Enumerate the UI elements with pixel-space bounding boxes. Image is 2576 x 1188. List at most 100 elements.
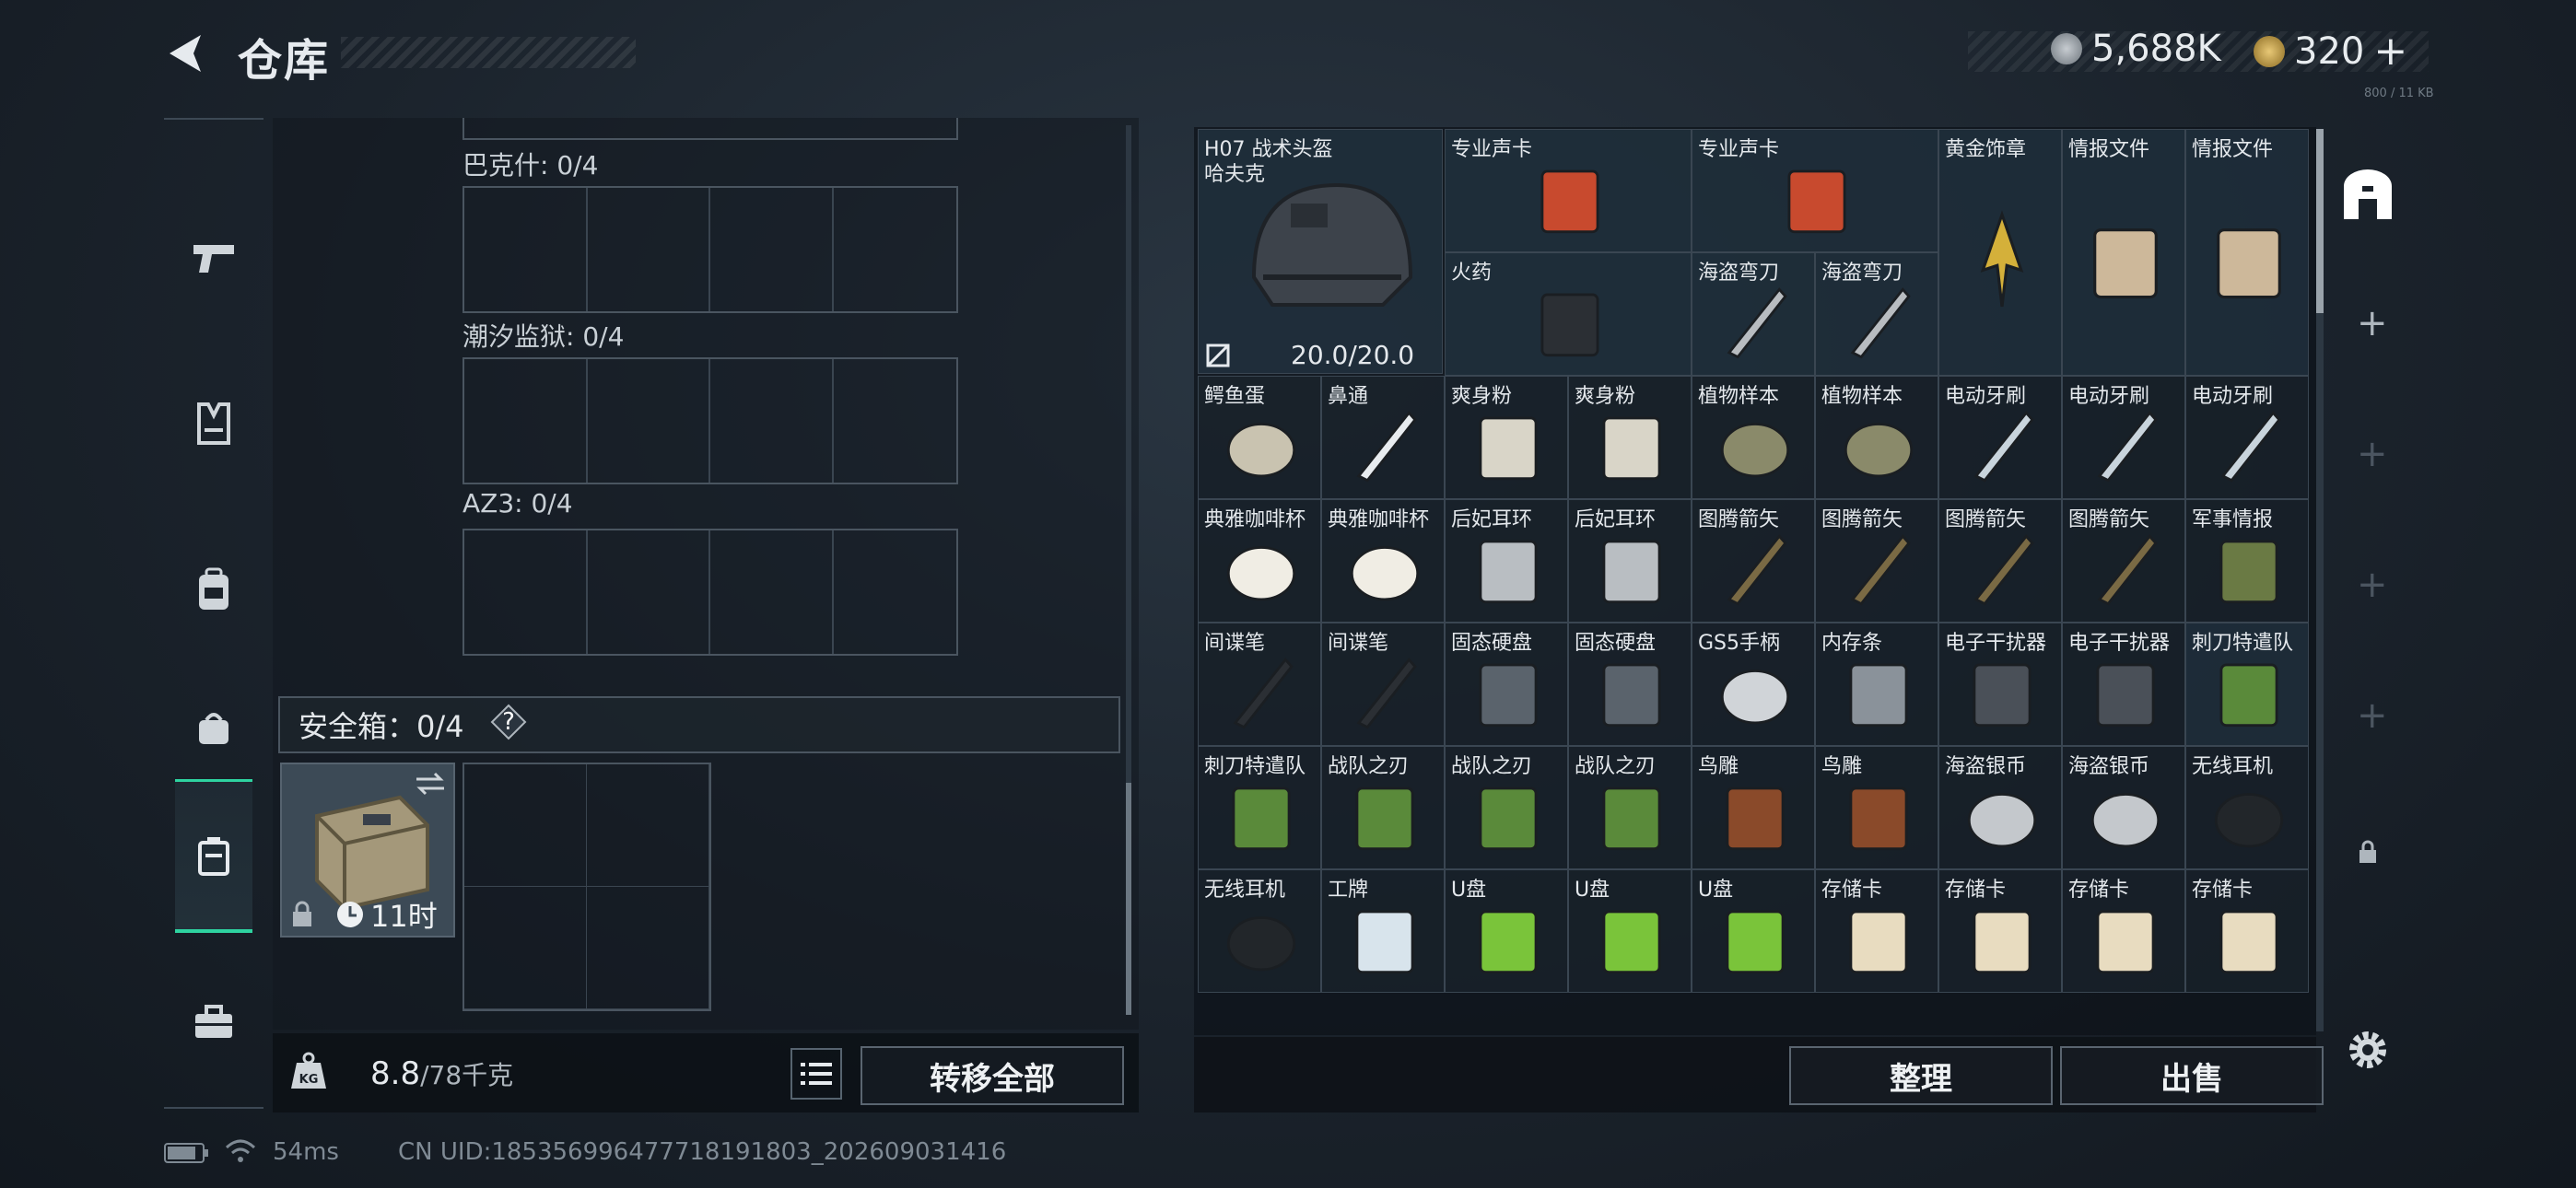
nav-safebox[interactable]: [175, 779, 252, 933]
add-tab-button-1[interactable]: +: [2357, 302, 2388, 344]
stash-item-cell[interactable]: 黄金饰章: [1938, 129, 2062, 376]
stash-item-cell[interactable]: 存储卡: [2185, 869, 2309, 993]
sd-card-icon: [2096, 910, 2155, 974]
stash-item-cell[interactable]: 植物样本: [1815, 376, 1938, 499]
stash-item-cell[interactable]: 工牌: [1321, 869, 1445, 993]
transfer-all-button[interactable]: 转移全部: [861, 1046, 1124, 1105]
stash-item-cell[interactable]: 海盗银币: [2062, 746, 2185, 869]
item-name: 存储卡: [2068, 879, 2130, 902]
stash-item-cell[interactable]: GS5手柄: [1692, 623, 1815, 746]
stash-item-cell[interactable]: 情报文件: [2185, 129, 2309, 376]
silver-coin-icon: [2051, 33, 2082, 64]
add-currency-button[interactable]: +: [2373, 28, 2407, 75]
stash-item-cell[interactable]: 战队之刃: [1321, 746, 1445, 869]
stash-item-cell[interactable]: 图腾箭矢: [1692, 499, 1815, 623]
stash-item-cell[interactable]: 情报文件: [2062, 129, 2185, 376]
stash-item-cell[interactable]: 植物样本: [1692, 376, 1815, 499]
gamepad-icon: [1720, 670, 1790, 725]
stash-item-cell[interactable]: 后妃耳环: [1445, 499, 1568, 623]
helmet-item-cell[interactable]: H07 战术头盔 哈夫克 20.0/20.0: [1198, 129, 1443, 374]
stash-item-cell[interactable]: 电动牙刷: [2062, 376, 2185, 499]
stash-item-cell[interactable]: 海盗银币: [1938, 746, 2062, 869]
stash-item-cell[interactable]: 军事情报: [2185, 499, 2309, 623]
back-arrow-icon[interactable]: [164, 31, 208, 76]
stash-item-cell[interactable]: 图腾箭矢: [1815, 499, 1938, 623]
add-tab-button-2[interactable]: +: [2357, 433, 2388, 475]
nav-toolbox[interactable]: [164, 949, 263, 1096]
right-scrollbar-thumb[interactable]: [2316, 129, 2324, 313]
sort-button[interactable]: 整理: [1789, 1046, 2053, 1105]
stash-item-cell[interactable]: 无线耳机: [2185, 746, 2309, 869]
stash-item-cell[interactable]: 爽身粉: [1568, 376, 1692, 499]
stash-item-cell[interactable]: 电动牙刷: [1938, 376, 2062, 499]
spy-pen-icon: [1356, 658, 1417, 729]
stash-item-cell[interactable]: U盘: [1568, 869, 1692, 993]
ram-icon: [1849, 663, 1908, 728]
stash-item-cell[interactable]: 图腾箭矢: [1938, 499, 2062, 623]
help-button[interactable]: ?: [490, 704, 527, 740]
sd-card-icon: [1849, 910, 1908, 974]
stash-item-cell[interactable]: 战队之刃: [1568, 746, 1692, 869]
stash-item-cell[interactable]: 电子干扰器: [2062, 623, 2185, 746]
stash-item-cell[interactable]: 典雅咖啡杯: [1198, 499, 1321, 623]
sell-button[interactable]: 出售: [2060, 1046, 2324, 1105]
item-name: 图腾箭矢: [1698, 508, 1780, 531]
stash-item-cell[interactable]: 海盗弯刀: [1692, 252, 1815, 376]
stash-item-cell[interactable]: 后妃耳环: [1568, 499, 1692, 623]
title-stripe: [341, 37, 636, 68]
dvd-icon: [1602, 786, 1661, 851]
stash-item-cell[interactable]: 鸟雕: [1815, 746, 1938, 869]
stash-item-cell[interactable]: U盘: [1445, 869, 1568, 993]
currency-silver[interactable]: 5,688K: [2051, 28, 2221, 70]
stash-item-cell[interactable]: 存储卡: [2062, 869, 2185, 993]
section-label-bakesh: 巴克什: 0/4: [463, 150, 599, 181]
stash-item-cell[interactable]: 无线耳机: [1198, 869, 1321, 993]
add-tab-button-4[interactable]: +: [2357, 694, 2388, 737]
stash-item-cell[interactable]: 间谍笔: [1321, 623, 1445, 746]
stash-item-cell[interactable]: 存储卡: [1938, 869, 2062, 993]
nav-armor[interactable]: [164, 350, 263, 497]
stash-item-cell[interactable]: 固态硬盘: [1568, 623, 1692, 746]
sd-card-icon: [1973, 910, 2032, 974]
stash-item-cell[interactable]: 内存条: [1815, 623, 1938, 746]
item-name: 植物样本: [1821, 385, 1903, 408]
currency-gold[interactable]: 320 +: [2254, 28, 2407, 75]
stash-item-cell[interactable]: 典雅咖啡杯: [1321, 499, 1445, 623]
stash-item-cell[interactable]: U盘: [1692, 869, 1815, 993]
stash-item-cell[interactable]: 鳄鱼蛋: [1198, 376, 1321, 499]
add-tab-button-3[interactable]: +: [2357, 564, 2388, 606]
bag-icon: [199, 713, 228, 744]
stash-item-cell[interactable]: 间谍笔: [1198, 623, 1321, 746]
jammer-icon: [2096, 663, 2155, 728]
stash-item-cell[interactable]: 电动牙刷: [2185, 376, 2309, 499]
stash-item-cell[interactable]: 鸟雕: [1692, 746, 1815, 869]
stash-item-cell[interactable]: 电子干扰器: [1938, 623, 2062, 746]
stash-item-cell[interactable]: 战队之刃: [1445, 746, 1568, 869]
settings-gear-icon[interactable]: [2344, 1026, 2392, 1074]
stash-item-cell[interactable]: 图腾箭矢: [2062, 499, 2185, 623]
left-scrollbar-thumb[interactable]: [1126, 783, 1131, 1015]
slot-row-bakesh[interactable]: [463, 186, 958, 313]
stash-item-cell[interactable]: 火药: [1445, 252, 1692, 376]
stash-icon[interactable]: [2340, 168, 2395, 223]
swap-arrows-icon[interactable]: [415, 770, 446, 798]
nav-backpack[interactable]: [164, 516, 263, 663]
stash-item-cell[interactable]: 专业声卡: [1692, 129, 1938, 252]
stash-item-cell[interactable]: 鼻通: [1321, 376, 1445, 499]
item-name: 鸟雕: [1821, 755, 1863, 778]
nav-weapons[interactable]: [164, 184, 263, 332]
stash-item-cell[interactable]: 专业声卡: [1445, 129, 1692, 252]
stash-item-cell[interactable]: 刺刀特遣队: [2185, 623, 2309, 746]
stash-item-cell[interactable]: 刺刀特遣队: [1198, 746, 1321, 869]
uid-readout: CN UID:185356996477718191803_20260903141…: [398, 1138, 1007, 1166]
stash-item-cell[interactable]: 海盗弯刀: [1815, 252, 1938, 376]
stash-item-cell[interactable]: 爽身粉: [1445, 376, 1568, 499]
item-name: 战队之刃: [1328, 755, 1410, 778]
slot-row-az3[interactable]: [463, 529, 958, 656]
list-view-button[interactable]: [790, 1048, 842, 1100]
safebox-slots[interactable]: [463, 763, 711, 1011]
stash-item-cell[interactable]: 存储卡: [1815, 869, 1938, 993]
slot-row-tidal[interactable]: [463, 357, 958, 484]
stash-item-cell[interactable]: 固态硬盘: [1445, 623, 1568, 746]
silver-coin-icon: [2090, 793, 2160, 848]
